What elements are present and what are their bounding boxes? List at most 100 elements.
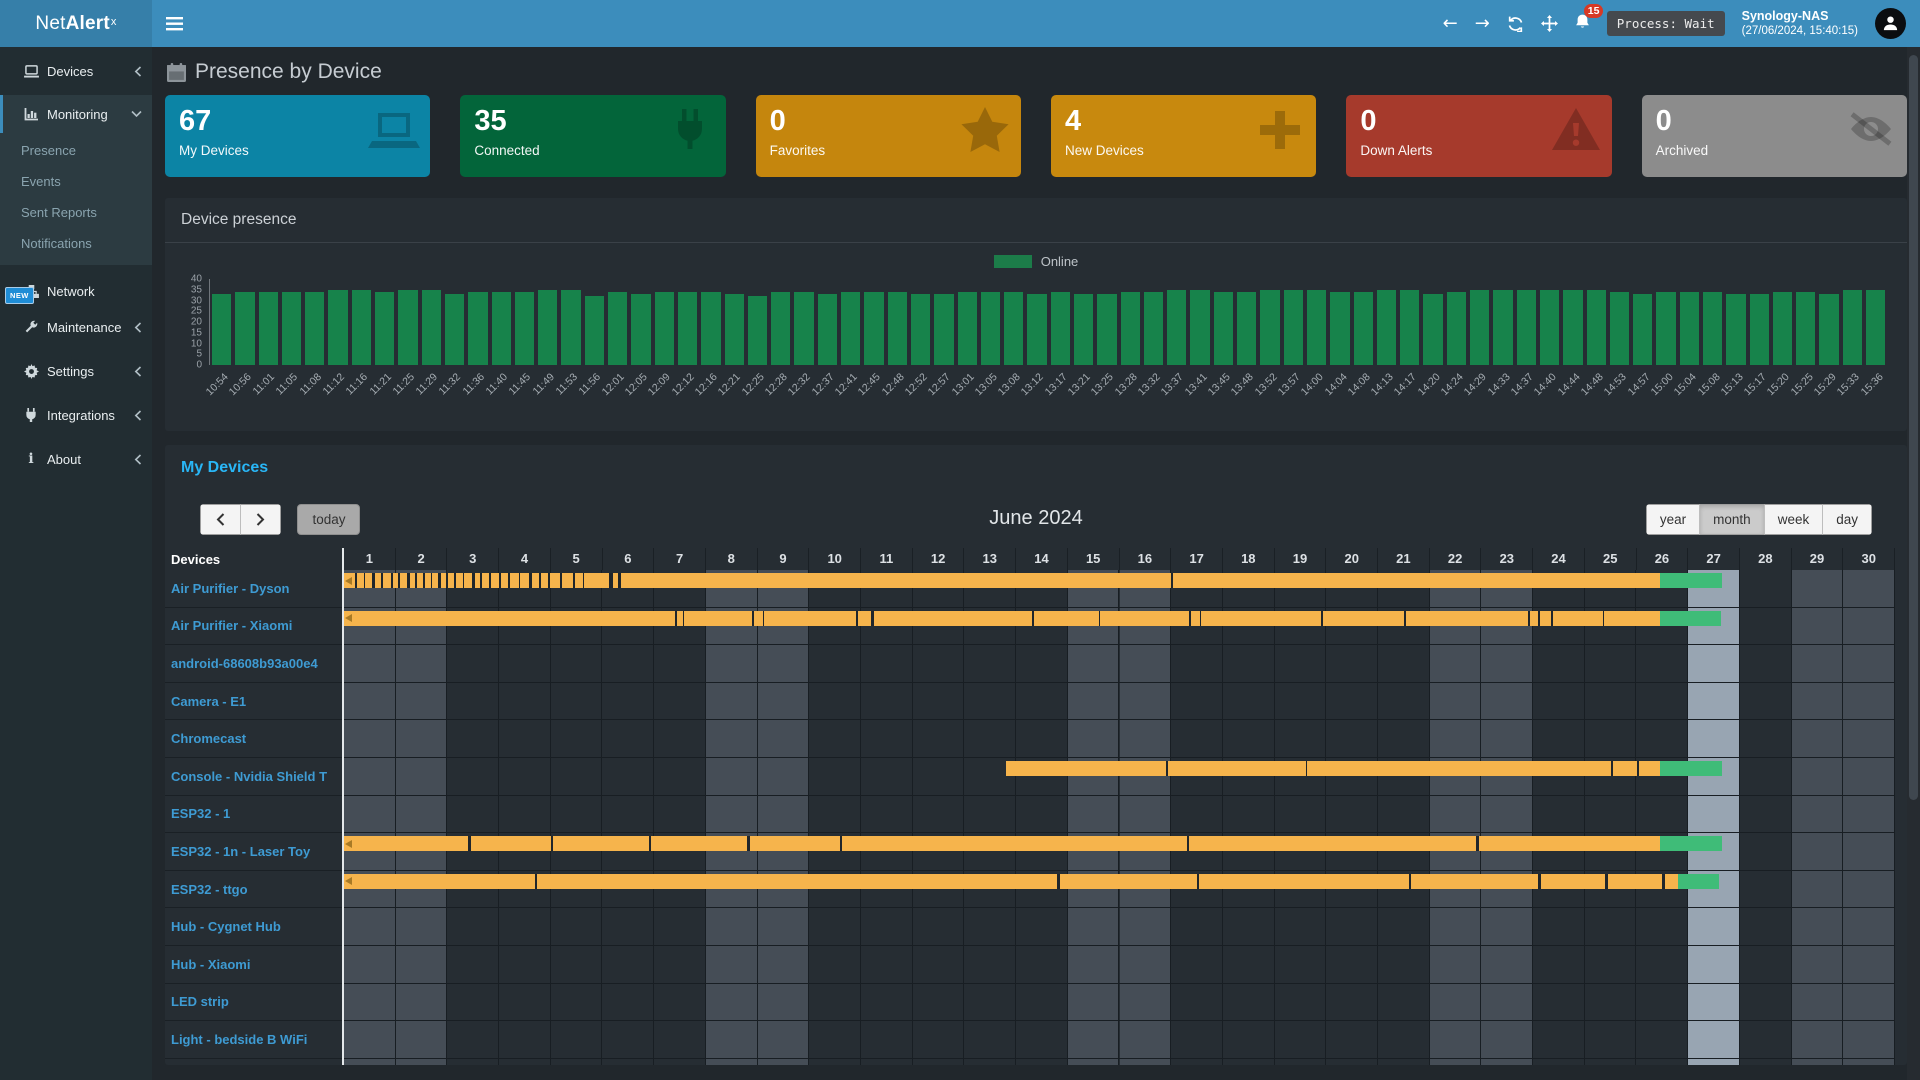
- presence-bar: [748, 296, 767, 365]
- presence-bar: [1703, 292, 1722, 365]
- offline-gap: [1099, 611, 1101, 626]
- scrollbar-thumb[interactable]: [1909, 55, 1918, 800]
- x-tick: 13:37: [1165, 368, 1188, 424]
- device-link[interactable]: LED strip: [165, 984, 342, 1022]
- presence-bar: [305, 292, 324, 365]
- sidebar-item-integrations[interactable]: Integrations: [0, 397, 152, 433]
- card-new-devices[interactable]: 4 New Devices: [1051, 95, 1316, 177]
- view-day-button[interactable]: day: [1822, 504, 1872, 535]
- offline-gap: [675, 611, 678, 626]
- offline-gap: [489, 573, 491, 588]
- sidebar-item-about[interactable]: i About: [0, 441, 152, 477]
- device-link[interactable]: Console - Nvidia Shield T: [165, 758, 342, 796]
- sidebar-item-monitoring[interactable]: Monitoring: [0, 95, 152, 133]
- device-link[interactable]: Hub - Cygnet Hub: [165, 908, 342, 946]
- presence-bar-recent[interactable]: [1660, 611, 1721, 626]
- offline-gap: [1404, 611, 1406, 626]
- x-tick: 14:44: [1561, 368, 1584, 424]
- page-title: Presence by Device: [195, 60, 382, 84]
- sidebar-toggle-button[interactable]: [166, 17, 183, 31]
- card-my-devices[interactable]: 67 My Devices: [165, 95, 430, 177]
- notifications-bell[interactable]: 15: [1575, 13, 1590, 35]
- presence-bar: [1796, 292, 1815, 365]
- presence-bar-online[interactable]: [344, 611, 1660, 626]
- offline-gap: [1306, 761, 1308, 776]
- card-down-alerts[interactable]: 0 Down Alerts: [1346, 95, 1611, 177]
- x-tick: 14:04: [1328, 368, 1351, 424]
- gear-icon: [21, 364, 41, 379]
- sidebar-subitem-presence[interactable]: Presence: [0, 135, 152, 166]
- view-week-button[interactable]: week: [1764, 504, 1824, 535]
- presence-bar: [1144, 292, 1163, 365]
- presence-bar-online[interactable]: [344, 836, 1660, 851]
- presence-bar-recent[interactable]: [1678, 874, 1719, 889]
- offline-gap: [446, 573, 448, 588]
- device-link[interactable]: Light - bedside B WiFi: [165, 1021, 342, 1059]
- device-link[interactable]: ESP32 - ttgo: [165, 871, 342, 909]
- offline-gap: [763, 611, 765, 626]
- brand-bold: Alert: [66, 13, 110, 35]
- day-header-28: 28: [1740, 548, 1792, 570]
- plug-icon: [664, 103, 716, 155]
- device-link[interactable]: Camera - E1: [165, 683, 342, 721]
- x-tick: 11:01: [256, 368, 279, 424]
- presence-bar: [1354, 292, 1373, 365]
- presence-bar-online[interactable]: [344, 874, 1678, 889]
- card-archived[interactable]: 0 Archived: [1642, 95, 1907, 177]
- nav-back-button[interactable]: ←: [1443, 15, 1458, 33]
- device-link[interactable]: Air Purifier - Dyson: [165, 570, 342, 608]
- offline-gap: [499, 573, 501, 588]
- presence-bar-recent[interactable]: [1660, 573, 1722, 588]
- presence-bar-online[interactable]: [344, 573, 1660, 588]
- sidebar-item-maintenance[interactable]: Maintenance: [0, 309, 152, 345]
- view-month-button[interactable]: month: [1699, 504, 1765, 535]
- presence-bar-recent[interactable]: [1660, 761, 1722, 776]
- presence-bar: [678, 292, 697, 365]
- offline-gap: [1528, 611, 1530, 626]
- x-tick: 11:25: [396, 368, 419, 424]
- app-logo[interactable]: NetAlertx: [0, 0, 152, 47]
- card-connected[interactable]: 35 Connected: [460, 95, 725, 177]
- day-header-18: 18: [1223, 548, 1275, 570]
- column-divider: [342, 548, 344, 1065]
- view-year-button[interactable]: year: [1646, 504, 1700, 535]
- x-tick: 12:16: [699, 368, 722, 424]
- sidebar-subitem-sent-reports[interactable]: Sent Reports: [0, 197, 152, 228]
- devices-column-header: Devices: [165, 548, 344, 570]
- presence-bar-recent[interactable]: [1660, 836, 1722, 851]
- device-link[interactable]: android-68608b93a00e4: [165, 645, 342, 683]
- day-header-10: 10: [809, 548, 861, 570]
- sidebar-item-settings[interactable]: Settings: [0, 353, 152, 389]
- my-devices-title[interactable]: My Devices: [165, 445, 1907, 477]
- device-link[interactable]: Hub - Xiaomi: [165, 946, 342, 984]
- device-link[interactable]: Chromecast: [165, 720, 342, 758]
- sidebar-subitem-events[interactable]: Events: [0, 166, 152, 197]
- presence-bar: [1167, 290, 1186, 365]
- device-link[interactable]: ESP32 - 1n - Laser Toy: [165, 833, 342, 871]
- offline-gap: [683, 611, 685, 626]
- move-icon[interactable]: [1541, 15, 1558, 32]
- x-tick: 12:32: [792, 368, 815, 424]
- offline-gap: [468, 836, 471, 851]
- device-timeline-row: [344, 833, 1895, 871]
- offline-gap: [856, 611, 858, 626]
- sidebar-subitem-notifications[interactable]: Notifications: [0, 228, 152, 259]
- sidebar-item-devices[interactable]: Devices: [0, 53, 152, 89]
- monitoring-submenu: Presence Events Sent Reports Notificatio…: [0, 133, 152, 265]
- day-header-7: 7: [654, 548, 706, 570]
- host-info[interactable]: Synology-NAS (27/06/2024, 15:40:15): [1742, 8, 1858, 39]
- y-tick-label: 30: [191, 295, 202, 306]
- presence-bar-online[interactable]: [1006, 761, 1660, 776]
- device-link[interactable]: Air Purifier - Xiaomi: [165, 608, 342, 646]
- presence-yaxis: 0510152025303540: [179, 279, 205, 365]
- day-header-12: 12: [913, 548, 965, 570]
- avatar[interactable]: [1875, 8, 1906, 39]
- refresh-icon[interactable]: [1507, 16, 1524, 32]
- card-favorites[interactable]: 0 Favorites: [756, 95, 1021, 177]
- device-link[interactable]: ESP32 - 1: [165, 796, 342, 834]
- presence-bar: [492, 292, 511, 365]
- warning-icon: [1550, 103, 1602, 155]
- device-timeline-row: [344, 608, 1895, 646]
- nav-forward-button[interactable]: →: [1475, 15, 1490, 33]
- x-tick: 11:08: [302, 368, 325, 424]
